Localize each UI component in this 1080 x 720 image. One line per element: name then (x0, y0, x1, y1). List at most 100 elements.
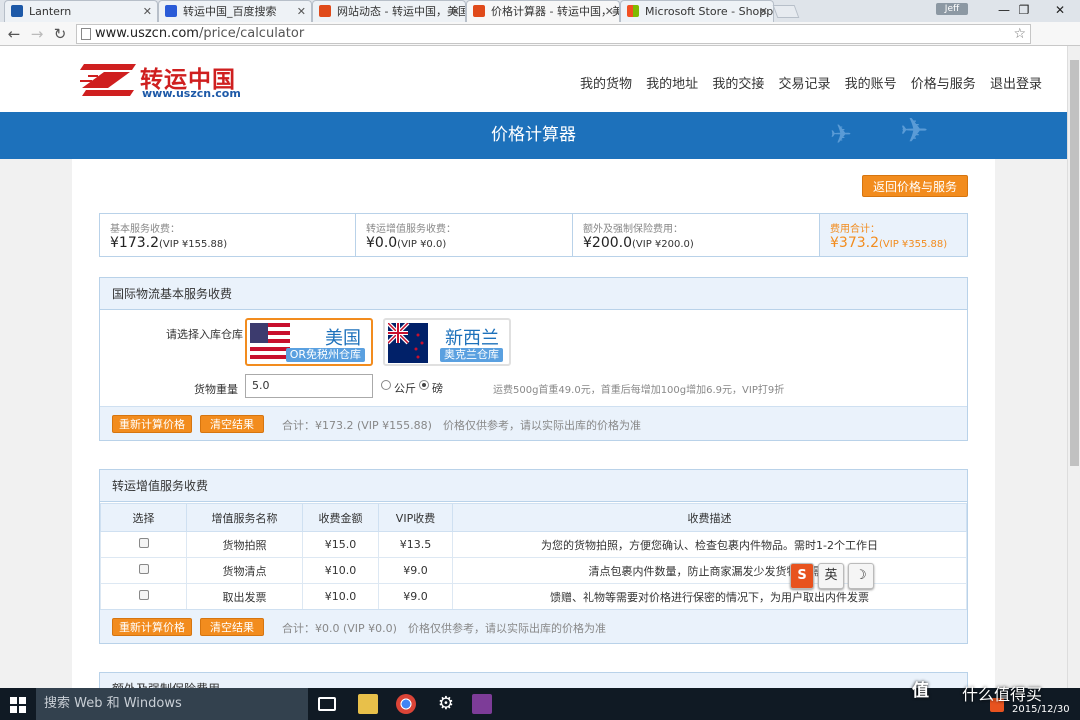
nav-logout[interactable]: 退出登录 (990, 77, 1042, 92)
return-price-service-button[interactable]: 返回价格与服务 (862, 175, 968, 197)
summary-basic: 基本服务收费： ¥173.2(VIP ¥155.88) (100, 214, 356, 256)
unit-kg-label: 公斤 (394, 382, 416, 395)
new-tab-button[interactable] (772, 5, 800, 18)
service-name: 货物清点 (186, 557, 303, 584)
service-fee: ¥10.0 (302, 557, 379, 584)
close-icon[interactable]: ✕ (297, 1, 306, 22)
address-toolbar: ← → ↻ www.uszcn.com/price/calculator ☆ P… (0, 22, 1080, 63)
page-icon (81, 28, 91, 40)
service-vip-fee: ¥9.0 (378, 583, 453, 610)
tab-calculator[interactable]: 价格计算器 - 转运中国，美 ✕ (466, 0, 620, 22)
page-title: 价格计算器 (491, 125, 576, 145)
usa-flag-icon (250, 323, 290, 363)
select-checkbox[interactable] (138, 590, 149, 600)
service-name: 货物拍照 (186, 531, 303, 558)
col-service-name: 增值服务名称 (186, 503, 303, 532)
ime-language-toggle[interactable]: 英 (818, 563, 844, 589)
recalc-button[interactable]: 重新计算价格 (112, 618, 192, 636)
taskbar-search-input[interactable]: 搜索 Web 和 Windows (36, 688, 308, 720)
url-input[interactable]: www.uszcn.com/price/calculator ☆ (76, 24, 1031, 44)
ime-moon-icon[interactable]: ☽ (848, 563, 874, 589)
col-select: 选择 (100, 503, 187, 532)
clear-button[interactable]: 清空结果 (200, 618, 264, 636)
watermark-text: 什么值得买 (962, 685, 1043, 704)
user-badge[interactable]: Jeff (936, 3, 968, 15)
weight-label: 货物重量 (194, 383, 238, 396)
back-icon[interactable]: ← (4, 24, 24, 44)
unit-kg-radio[interactable] (381, 380, 391, 390)
nav-my-account[interactable]: 我的账号 (845, 77, 897, 92)
page-scrollbar[interactable] (1067, 46, 1080, 688)
select-checkbox[interactable] (138, 538, 149, 548)
tab-lantern[interactable]: Lantern ✕ (4, 0, 158, 22)
onenote-icon[interactable] (472, 694, 492, 714)
ime-logo-icon[interactable]: S (790, 563, 814, 589)
summary-total: 费用合计： ¥373.2(VIP ¥355.88) (820, 214, 967, 256)
url-path: /price/calculator (198, 26, 305, 41)
close-icon[interactable]: ✕ (605, 1, 614, 22)
unit-lb-radio[interactable] (419, 380, 429, 390)
summary-insurance: 额外及强制保险费用： ¥200.0(VIP ¥200.0) (573, 214, 820, 256)
microsoft-icon (627, 5, 639, 17)
panel-title: 转运增值服务收费 (100, 470, 967, 502)
nz-flag-icon (388, 323, 428, 363)
unit-lb-label: 磅 (432, 382, 443, 395)
recalc-button[interactable]: 重新计算价格 (112, 415, 192, 433)
summary-addon: 转运增值服务收费： ¥0.0(VIP ¥0.0) (356, 214, 573, 256)
nav-my-goods[interactable]: 我的货物 (580, 77, 632, 92)
close-icon[interactable]: ✕ (451, 1, 460, 22)
clear-button[interactable]: 清空结果 (200, 415, 264, 433)
scrollbar-thumb[interactable] (1070, 60, 1079, 466)
tab-baidu[interactable]: 转运中国_百度搜索 ✕ (158, 0, 312, 22)
site-icon (473, 5, 485, 17)
logo-icon[interactable] (78, 62, 138, 98)
windows-start-icon[interactable] (10, 697, 26, 713)
warehouse-label: 请选择入库仓库 (166, 328, 243, 341)
url-host: www.uszcn.com (95, 26, 199, 41)
weight-input[interactable]: 5.0 (245, 374, 373, 398)
nav-transactions[interactable]: 交易记录 (778, 77, 830, 92)
service-fee: ¥10.0 (302, 583, 379, 610)
panel-title: 国际物流基本服务收费 (100, 278, 967, 310)
top-nav: 我的货物 我的地址 我的交接 交易记录 我的账号 价格与服务 退出登录 (580, 73, 1052, 92)
total-note: 合计：¥173.2 (VIP ¥155.88) 价格仅供参考，请以实际出库的价格… (282, 419, 641, 432)
warehouse-new-zealand[interactable]: 新西兰 奥克兰仓库 (383, 318, 511, 366)
nav-my-address[interactable]: 我的地址 (646, 77, 698, 92)
chrome-icon[interactable] (396, 694, 416, 714)
nav-price-service[interactable]: 价格与服务 (911, 77, 976, 92)
panel-footer: 重新计算价格 清空结果 合计：¥0.0 (VIP ¥0.0) 价格仅供参考，请以… (100, 609, 967, 643)
service-fee: ¥15.0 (302, 531, 379, 558)
window-close-icon[interactable]: ✕ (1046, 0, 1074, 20)
forward-icon[interactable]: → (27, 24, 47, 44)
table-row: 货物拍照 ¥15.0 ¥13.5 为您的货物拍照，方便您确认、检查包裹内件物品。… (100, 531, 967, 558)
file-explorer-icon[interactable] (358, 694, 378, 714)
close-icon[interactable]: ✕ (143, 1, 152, 22)
maximize-icon[interactable]: ❐ (1010, 0, 1038, 20)
page-banner: 价格计算器 ✈ ✈ (0, 112, 1067, 159)
panel-footer: 重新计算价格 清空结果 合计：¥173.2 (VIP ¥155.88) 价格仅供… (100, 406, 967, 440)
nav-my-handover[interactable]: 我的交接 (712, 77, 764, 92)
service-description: 馈赠、礼物等需要对价格进行保密的情况下，为用户取出内件发票 (452, 583, 967, 610)
warehouse-usa[interactable]: 美国 OR免税州仓库 (245, 318, 373, 366)
basic-service-panel: 国际物流基本服务收费 请选择入库仓库 美国 OR免税州仓库 新西兰 奥克兰仓库 … (99, 277, 968, 441)
col-fee: 收费金额 (302, 503, 379, 532)
select-checkbox[interactable] (138, 564, 149, 574)
addon-table: 选择 增值服务名称 收费金额 VIP收费 收费描述 货物拍照 ¥15.0 ¥13… (100, 503, 967, 610)
task-view-icon[interactable] (318, 697, 336, 711)
settings-icon[interactable]: ⚙ (436, 694, 456, 714)
service-name: 取出发票 (186, 583, 303, 610)
col-vip-fee: VIP收费 (378, 503, 453, 532)
bookmark-star-icon[interactable]: ☆ (1013, 25, 1026, 43)
fee-summary: 基本服务收费： ¥173.2(VIP ¥155.88) 转运增值服务收费： ¥0… (99, 213, 968, 257)
tab-news[interactable]: 网站动态 - 转运中国，美国 ✕ (312, 0, 466, 22)
col-description: 收费描述 (452, 503, 967, 532)
plane-icon: ✈ (900, 111, 929, 151)
close-icon[interactable]: ✕ (759, 1, 768, 22)
tab-microsoft-store[interactable]: Microsoft Store - Shopp ✕ (620, 0, 774, 22)
watermark-logo: 值 (912, 681, 929, 701)
logo-url: www.uszcn.com (142, 87, 241, 100)
plane-icon: ✈ (830, 120, 852, 150)
service-description: 为您的货物拍照，方便您确认、检查包裹内件物品。需时1-2个工作日 (452, 531, 967, 558)
reload-icon[interactable]: ↻ (50, 24, 70, 44)
service-vip-fee: ¥9.0 (378, 557, 453, 584)
